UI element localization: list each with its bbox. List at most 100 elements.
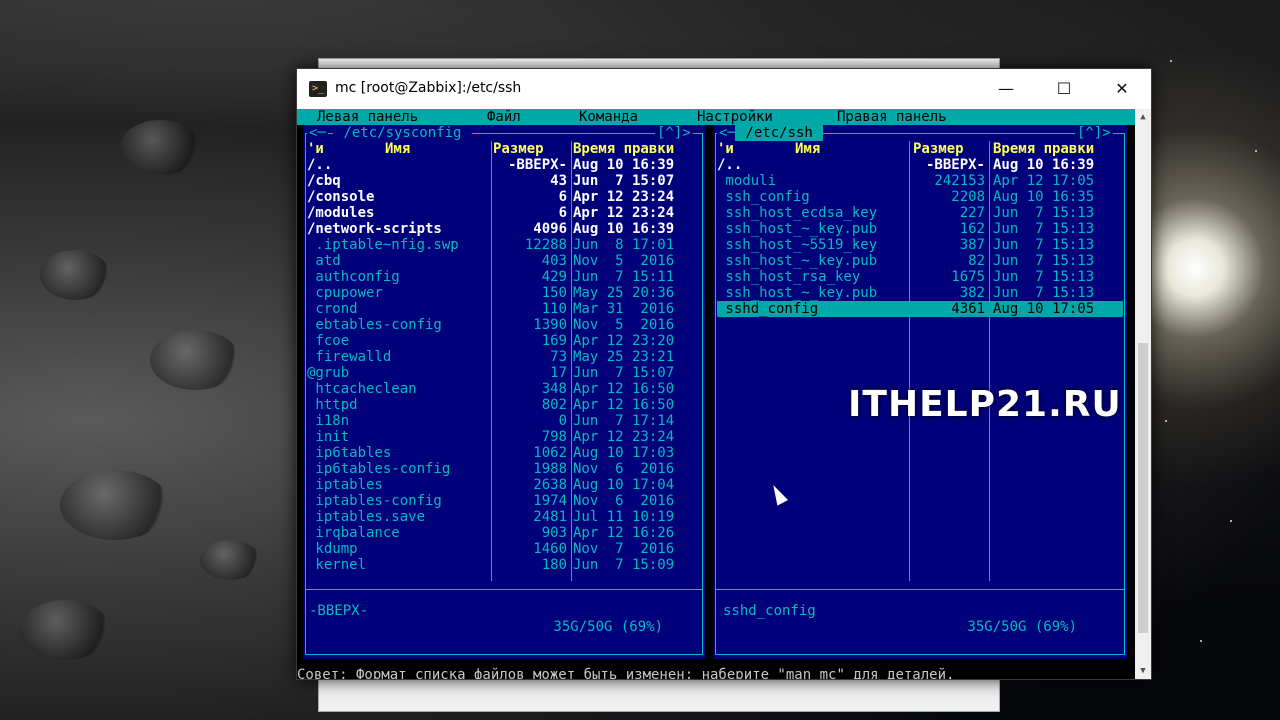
left-panel-divider [305,589,703,590]
file-row[interactable]: crond 110 Mar 31 2016 [303,301,705,317]
left-panel[interactable]: <─ /etc/sysconfig [^]> 'и Имя Размер Вре… [303,125,705,659]
scroll-up-icon[interactable]: ▲ [1135,109,1151,125]
file-name: atd [307,253,341,269]
left-panel-path: /etc/sysconfig [333,125,472,141]
file-row[interactable]: sshd_config 4361 Aug 10 17:05 [713,301,1127,317]
file-row[interactable]: ssh_config 2208 Aug 10 16:35 [713,189,1127,205]
file-row[interactable]: iptables 2638 Aug 10 17:04 [303,477,705,493]
file-size: 387 [959,237,985,253]
file-name: ssh_host_ecdsa_key [717,205,878,221]
file-row[interactable]: iptables.save 2481 Jul 11 10:19 [303,509,705,525]
right-panel-path: /etc/ssh [735,125,824,141]
file-row[interactable]: /modules 6 Apr 12 23:24 [303,205,705,221]
file-size: 4361 [951,301,985,317]
file-mtime: Jul 11 10:19 [573,509,675,525]
file-row[interactable]: /cbq 43 Jun 7 15:07 [303,173,705,189]
file-row[interactable]: init 798 Apr 12 23:24 [303,429,705,445]
close-button[interactable]: ✕ [1093,69,1151,109]
left-header-size[interactable]: Размер [493,141,544,157]
file-row[interactable]: cpupower 150 May 25 20:36 [303,285,705,301]
file-name: firewalld [307,349,392,365]
file-size: -ВВЕРХ- [507,157,567,173]
file-row[interactable]: /.. -ВВЕРХ- Aug 10 16:39 [303,157,705,173]
left-panel-disk-usage: 35G/50G (69%) [545,619,672,635]
file-row[interactable]: httpd 802 Apr 12 16:50 [303,397,705,413]
left-panel-corner-left[interactable]: <─ [307,125,328,141]
file-row[interactable]: /.. -ВВЕРХ- Aug 10 16:39 [713,157,1127,173]
menu-left-panel[interactable]: Левая панель [317,109,418,125]
file-mtime: Jun 7 17:14 [573,413,675,429]
window-titlebar[interactable]: >_ mc [root@Zabbix]:/etc/ssh — ☐ ✕ [297,69,1151,109]
terminal-window[interactable]: >_ mc [root@Zabbix]:/etc/ssh — ☐ ✕ Левая… [296,68,1152,680]
file-size: 150 [541,285,567,301]
file-name: iptables-config [307,493,442,509]
file-row[interactable]: authconfig 429 Jun 7 15:11 [303,269,705,285]
menu-file[interactable]: Файл [487,109,521,125]
file-row[interactable]: ssh_host_~5519_key 387 Jun 7 15:13 [713,237,1127,253]
file-mtime: Mar 31 2016 [573,301,675,317]
file-row[interactable]: fcoe 169 Apr 12 23:20 [303,333,705,349]
file-mtime: Apr 12 16:50 [573,381,675,397]
file-row[interactable]: ssh_host_rsa_key 1675 Jun 7 15:13 [713,269,1127,285]
mc-menubar: Левая панель Файл Команда Настройки Прав… [297,109,1135,125]
file-row[interactable]: ip6tables-config 1988 Nov 6 2016 [303,461,705,477]
file-row[interactable]: ip6tables 1062 Aug 10 17:03 [303,445,705,461]
file-name: httpd [307,397,358,413]
file-row[interactable]: i18n 0 Jun 7 17:14 [303,413,705,429]
file-size: 17 [550,365,567,381]
file-mtime: Jun 7 15:07 [573,365,675,381]
scroll-down-icon[interactable]: ▼ [1135,663,1151,679]
file-mtime: Apr 12 23:24 [573,205,675,221]
file-row[interactable]: ssh_host_ecdsa_key 227 Jun 7 15:13 [713,205,1127,221]
file-mtime: Nov 5 2016 [573,317,675,333]
file-mtime: Jun 7 15:13 [993,285,1095,301]
file-name: /.. [307,157,333,173]
menu-right-panel[interactable]: Правая панель [837,109,947,125]
menu-settings[interactable]: Настройки [697,109,773,125]
left-header-name[interactable]: Имя [385,141,410,157]
file-mtime: Nov 5 2016 [573,253,675,269]
file-size: 2481 [533,509,567,525]
menu-command[interactable]: Команда [579,109,638,125]
file-size: 82 [968,253,985,269]
scrollbar-thumb[interactable] [1138,343,1148,633]
file-row[interactable]: atd 403 Nov 5 2016 [303,253,705,269]
file-row[interactable]: kernel 180 Jun 7 15:09 [303,557,705,573]
maximize-button[interactable]: ☐ [1035,69,1093,109]
left-sort-mark[interactable]: 'и [307,141,324,157]
right-header-size[interactable]: Размер [913,141,964,157]
file-row[interactable]: firewalld 73 May 25 23:21 [303,349,705,365]
file-row[interactable]: /console 6 Apr 12 23:24 [303,189,705,205]
right-header-name[interactable]: Имя [795,141,820,157]
file-row[interactable]: ebtables-config 1390 Nov 5 2016 [303,317,705,333]
file-row[interactable]: moduli 242153 Apr 12 17:05 [713,173,1127,189]
window-scrollbar[interactable]: ▲ ▼ [1135,109,1151,679]
file-name: init [307,429,350,445]
right-header-mtime[interactable]: Время правки [993,141,1094,157]
file-size: 1675 [951,269,985,285]
file-name: i18n [307,413,350,429]
file-row[interactable]: kdump 1460 Nov 7 2016 [303,541,705,557]
file-row[interactable]: htcacheclean 348 Apr 12 16:50 [303,381,705,397]
file-size: 162 [959,221,985,237]
file-row[interactable]: /network-scripts 4096 Aug 10 16:39 [303,221,705,237]
file-name: .iptable~nfig.swp [307,237,459,253]
left-panel-corner[interactable]: [^]> [655,125,693,141]
file-size: 382 [959,285,985,301]
right-panel-corner[interactable]: [^]> [1075,125,1113,141]
file-row[interactable]: iptables-config 1974 Nov 6 2016 [303,493,705,509]
left-header-mtime[interactable]: Время правки [573,141,674,157]
file-row[interactable]: irqbalance 903 Apr 12 16:26 [303,525,705,541]
file-row[interactable]: ssh_host_~_key.pub 82 Jun 7 15:13 [713,253,1127,269]
file-row[interactable]: .iptable~nfig.swp 12288 Jun 8 17:01 [303,237,705,253]
file-row[interactable]: ssh_host_~_key.pub 162 Jun 7 15:13 [713,221,1127,237]
left-panel-status: -ВВЕРХ- [309,603,369,619]
file-mtime: Aug 10 16:39 [573,221,675,237]
minimize-button[interactable]: — [977,69,1035,109]
file-row[interactable]: @grub 17 Jun 7 15:07 [303,365,705,381]
file-name: ip6tables [307,445,392,461]
file-size: 1988 [533,461,567,477]
file-size: 43 [550,173,567,189]
right-sort-mark[interactable]: 'и [717,141,734,157]
file-row[interactable]: ssh_host_~_key.pub 382 Jun 7 15:13 [713,285,1127,301]
